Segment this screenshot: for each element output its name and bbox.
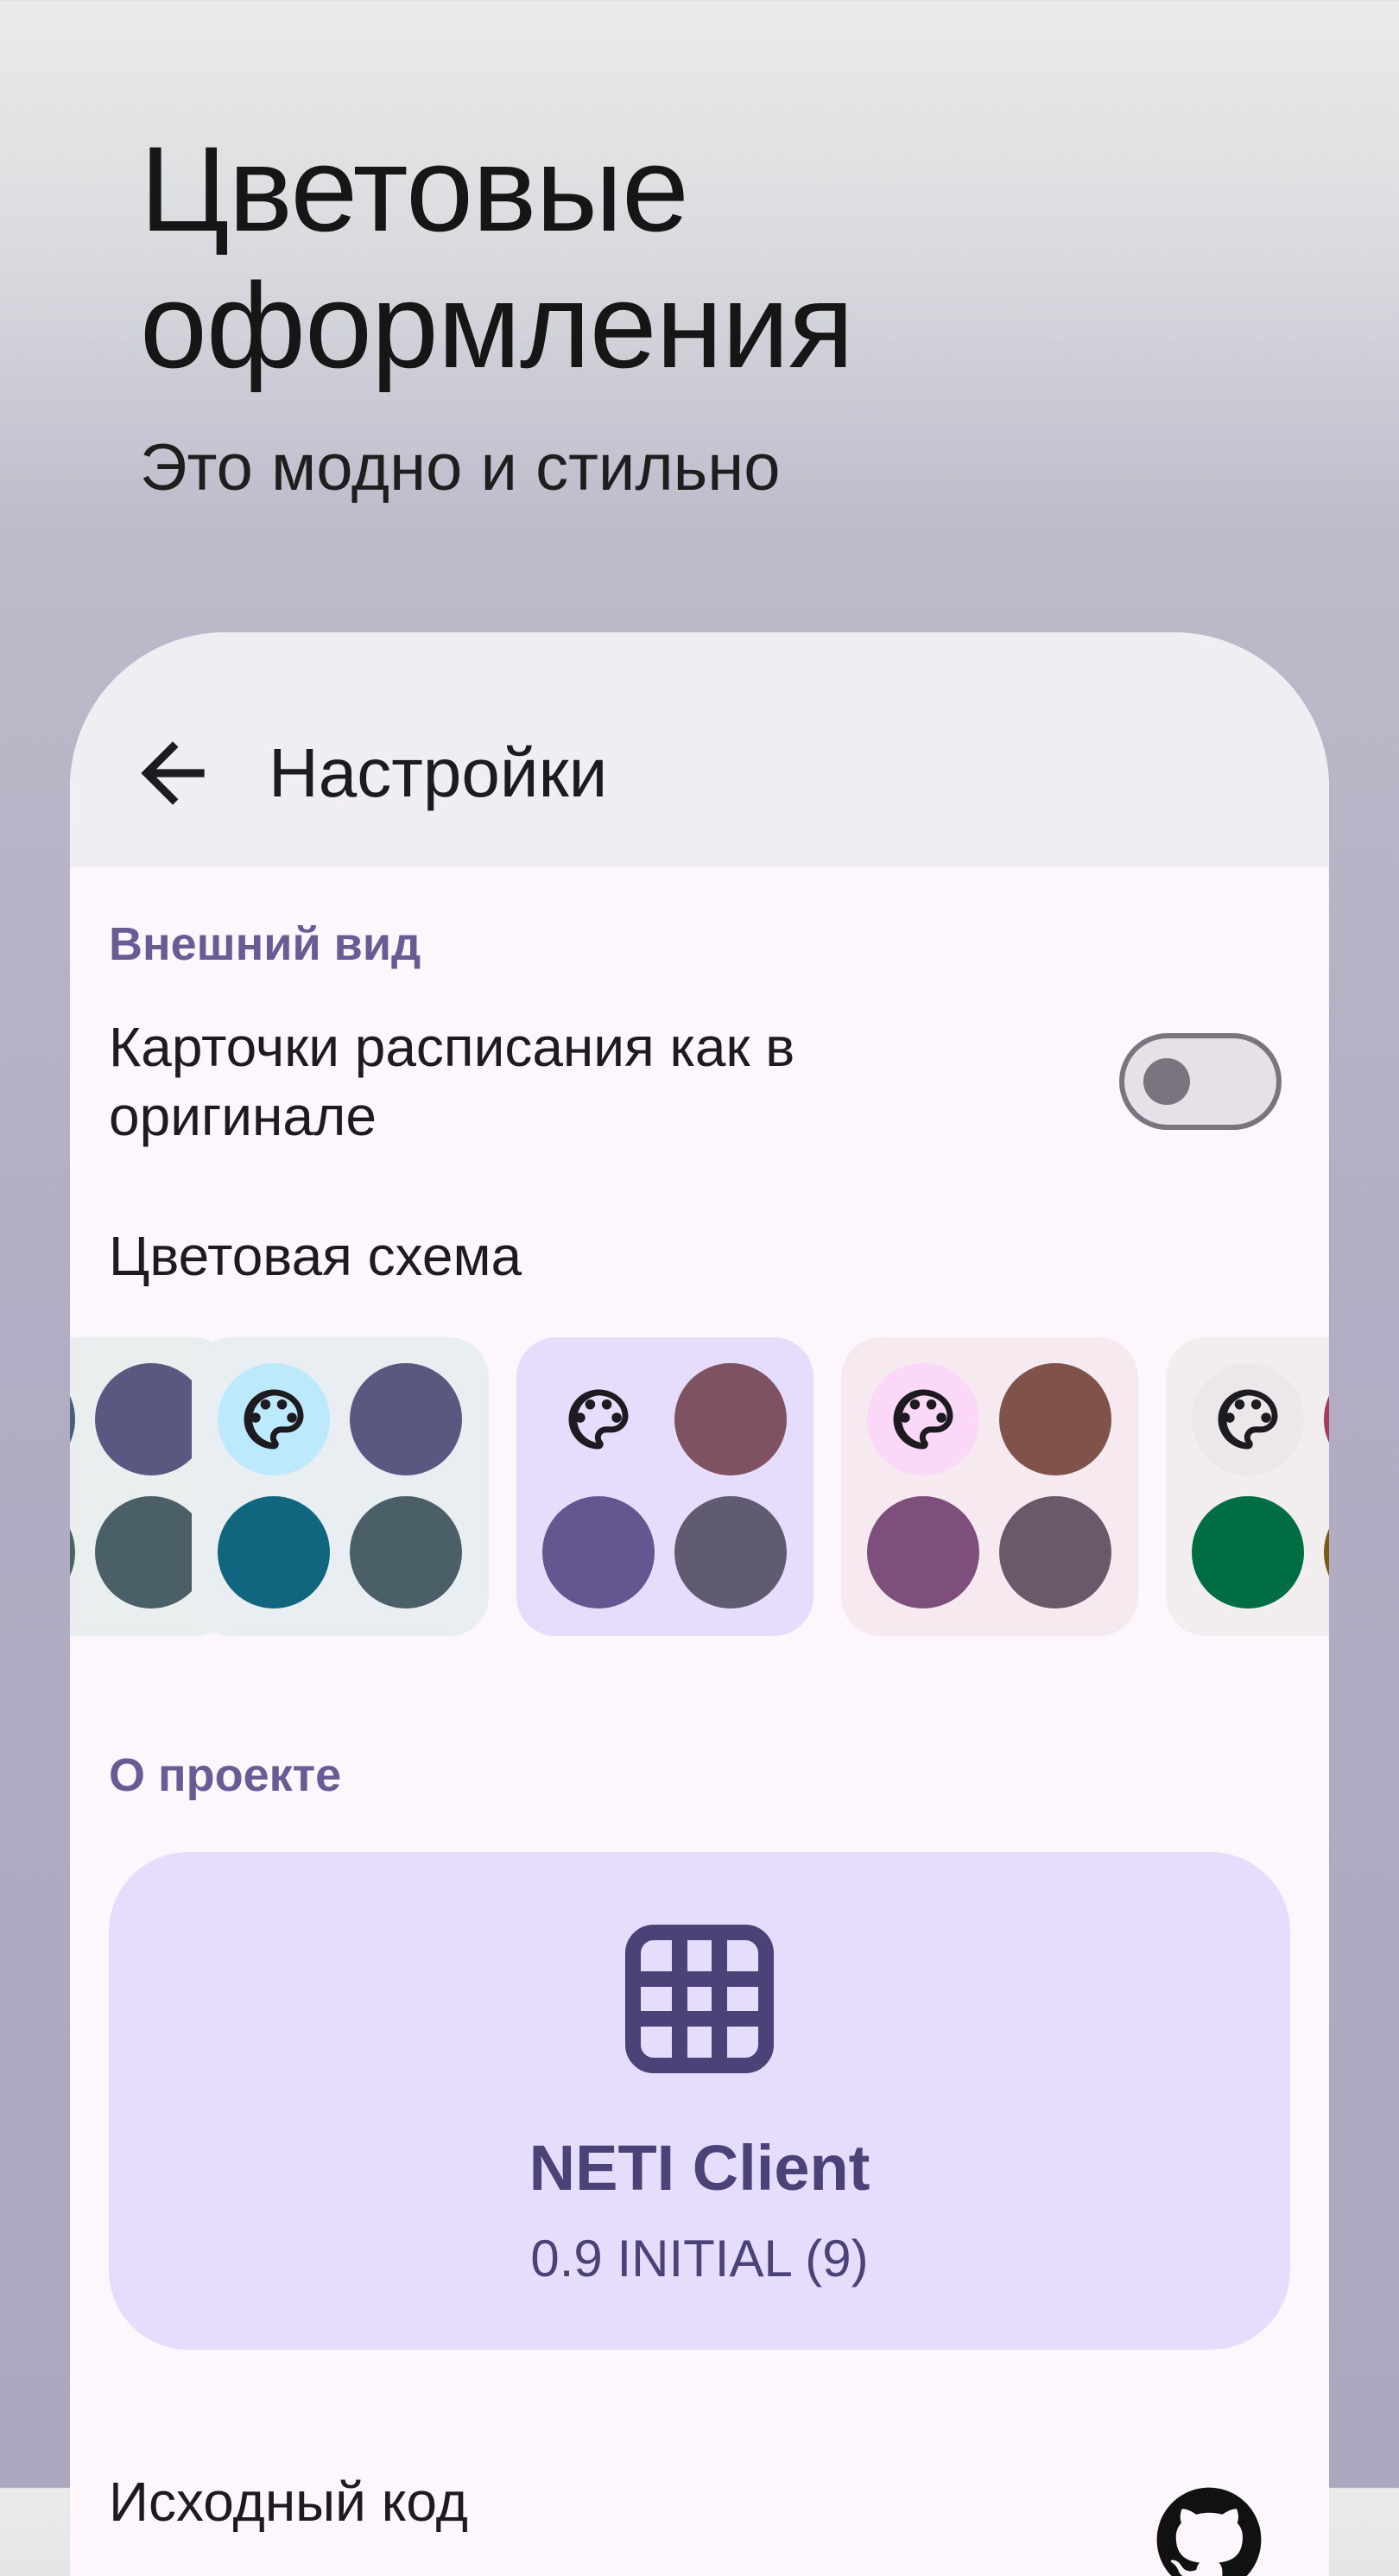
color-swatch	[999, 1363, 1111, 1475]
palette-icon	[867, 1363, 979, 1475]
color-scheme-option[interactable]	[1166, 1337, 1329, 1636]
github-icon[interactable]	[1155, 2485, 1263, 2576]
color-swatch	[542, 1496, 655, 1608]
color-swatch	[867, 1496, 979, 1608]
color-swatch	[1324, 1496, 1329, 1608]
color-swatch	[350, 1496, 462, 1608]
section-header-about: О проекте	[109, 1749, 342, 1801]
color-scheme-option[interactable]	[516, 1337, 813, 1636]
color-swatch	[1192, 1496, 1304, 1608]
color-scheme-option[interactable]	[192, 1337, 489, 1636]
palette-icon	[542, 1363, 655, 1475]
top-app-bar: Настройки	[70, 632, 1329, 867]
color-swatch	[218, 1496, 330, 1608]
color-swatch	[95, 1496, 207, 1608]
page-title: Настройки	[269, 734, 608, 811]
color-swatch	[70, 1363, 75, 1475]
hero-title-line1: Цветовые	[140, 121, 689, 257]
color-swatch	[350, 1363, 462, 1475]
palette-icon	[218, 1363, 330, 1475]
color-swatch	[1324, 1363, 1329, 1475]
arrow-back-icon[interactable]	[125, 726, 220, 821]
color-scheme-label: Цветовая схема	[109, 1225, 522, 1287]
app-version: 0.9 INITIAL (9)	[530, 2230, 869, 2287]
palette-icon	[1192, 1363, 1304, 1475]
color-swatch	[674, 1496, 787, 1608]
color-swatch	[674, 1363, 787, 1475]
section-header-appearance: Внешний вид	[109, 918, 421, 970]
hero-title: Цветовые оформления	[140, 121, 854, 394]
app-name: NETI Client	[529, 2132, 870, 2204]
phone-screen: Настройки Внешний вид Карточки расписани…	[70, 632, 1329, 2576]
color-swatch	[999, 1496, 1111, 1608]
color-swatch	[70, 1496, 75, 1608]
hero-subtitle: Это модно и стильно	[140, 431, 781, 504]
hero-title-line2: оформления	[140, 257, 854, 393]
original-cards-label: Карточки расписания как в оригинале	[109, 1016, 795, 1147]
source-code-label[interactable]: Исходный код	[109, 2465, 468, 2538]
color-scheme-list[interactable]	[70, 1337, 1329, 1636]
color-scheme-option[interactable]	[841, 1337, 1138, 1636]
switch-thumb	[1143, 1058, 1190, 1105]
color-swatch	[95, 1363, 207, 1475]
grid-icon	[625, 1925, 774, 2073]
original-cards-switch[interactable]	[1119, 1033, 1282, 1130]
about-card: NETI Client 0.9 INITIAL (9)	[109, 1852, 1290, 2350]
